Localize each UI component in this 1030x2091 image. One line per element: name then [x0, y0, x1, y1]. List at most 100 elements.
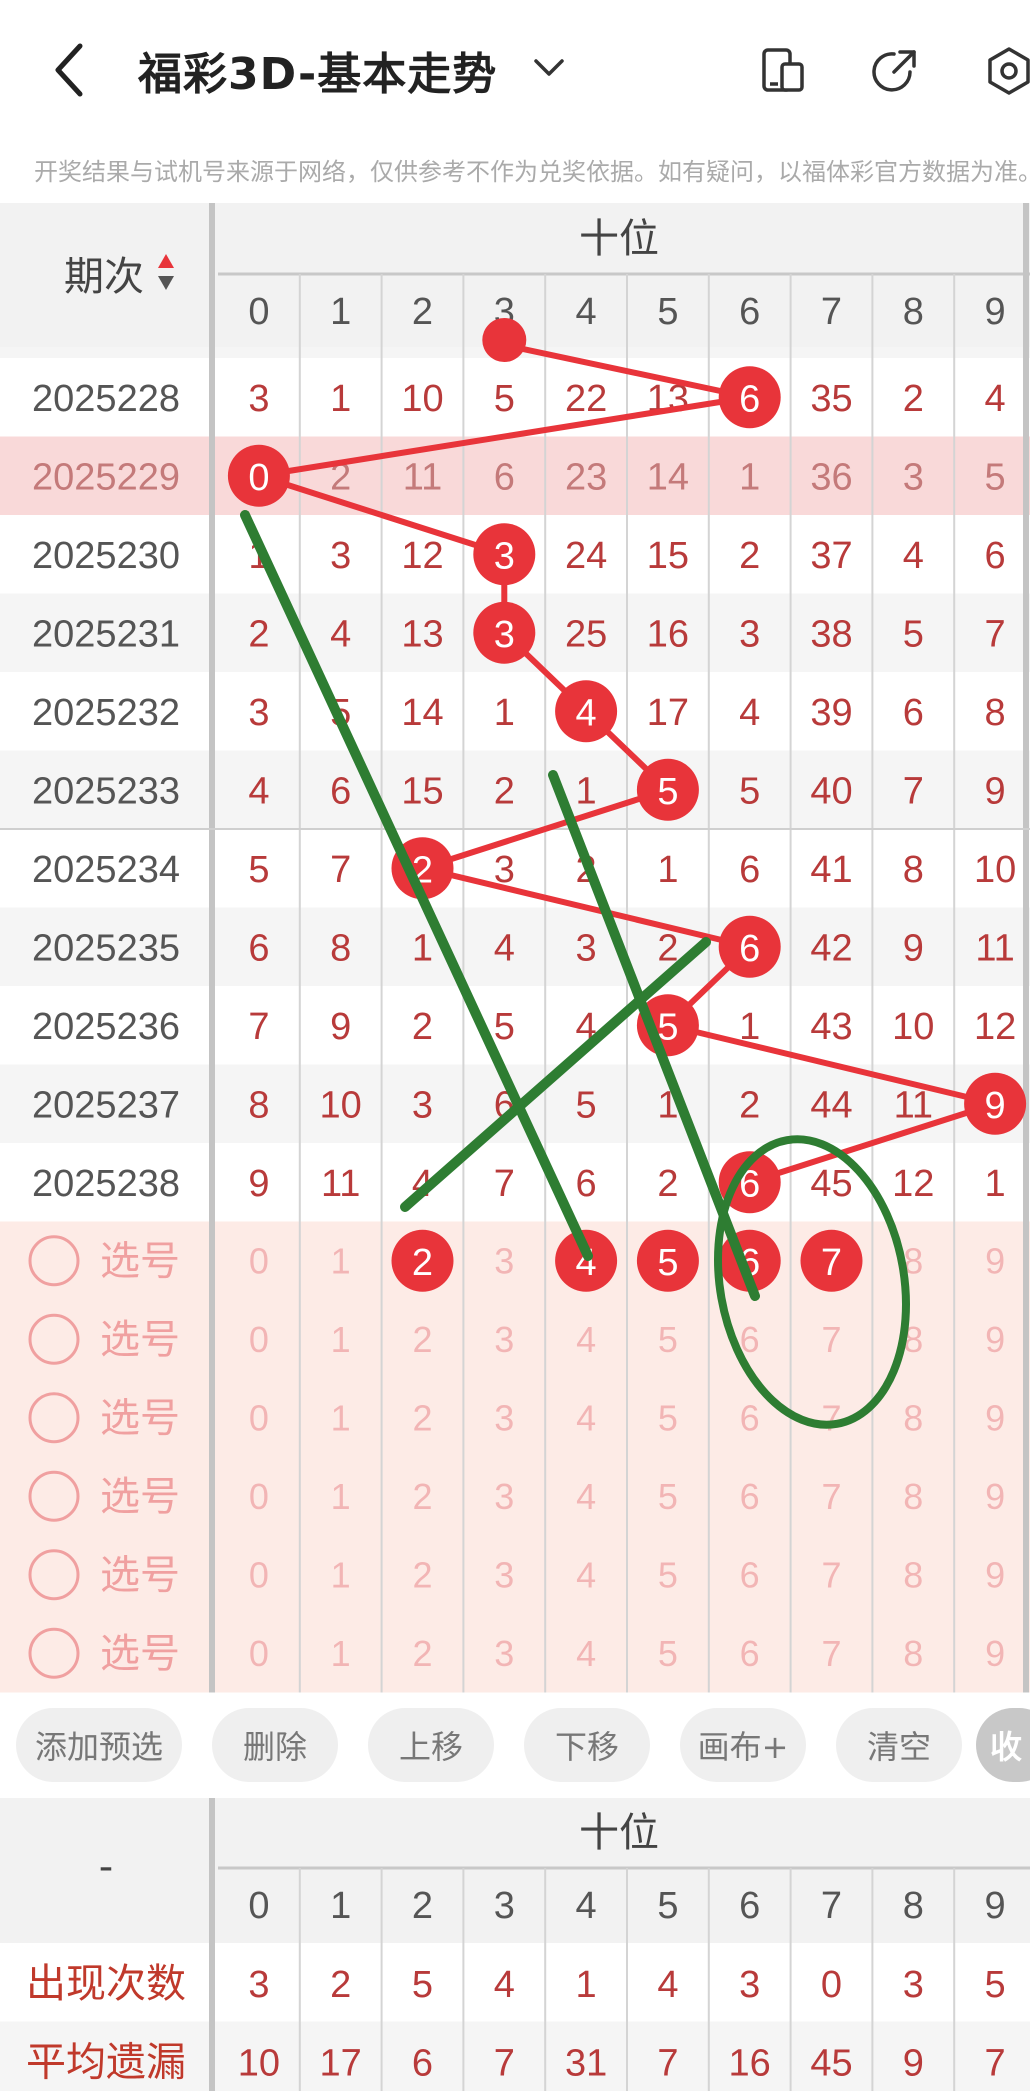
- select-number[interactable]: 9: [985, 1241, 1005, 1282]
- select-number[interactable]: 1: [331, 1555, 351, 1596]
- cell-value: 1: [330, 378, 351, 420]
- summary-column-header: 7: [821, 1885, 842, 1927]
- cell-value: 2: [494, 771, 515, 813]
- cell-value: 16: [647, 614, 689, 656]
- summary-column-header: 3: [494, 1885, 515, 1927]
- summary-value: 7: [985, 2043, 1006, 2085]
- select-number[interactable]: 6: [740, 1633, 760, 1674]
- chevron-down-icon[interactable]: [532, 55, 566, 79]
- summary-value: 0: [821, 1964, 842, 2006]
- select-label[interactable]: 选号: [100, 1631, 180, 1677]
- share-icon[interactable]: [870, 46, 920, 96]
- column-header: 2: [412, 291, 433, 333]
- period-cell: 2025230: [32, 535, 180, 577]
- select-number[interactable]: 9: [985, 1555, 1005, 1596]
- select-number[interactable]: 0: [249, 1555, 269, 1596]
- select-number[interactable]: 5: [658, 1398, 678, 1439]
- select-number[interactable]: 1: [331, 1633, 351, 1674]
- select-number[interactable]: 2: [412, 1555, 432, 1596]
- toolbar-button[interactable]: 清空: [836, 1708, 962, 1782]
- select-number[interactable]: 4: [576, 1633, 596, 1674]
- select-label[interactable]: 选号: [100, 1239, 180, 1285]
- back-arrow-icon[interactable]: [50, 40, 90, 100]
- select-number[interactable]: 1: [331, 1398, 351, 1439]
- cell-value: 12: [401, 535, 443, 577]
- period-header[interactable]: 期次: [64, 254, 144, 300]
- select-number[interactable]: 4: [576, 1319, 596, 1360]
- select-number[interactable]: 3: [494, 1241, 514, 1282]
- select-number[interactable]: 5: [658, 1476, 678, 1517]
- selected-ball-number[interactable]: 7: [821, 1242, 842, 1284]
- select-number[interactable]: 4: [576, 1555, 596, 1596]
- select-number[interactable]: 2: [412, 1319, 432, 1360]
- select-label[interactable]: 选号: [100, 1396, 180, 1442]
- select-number[interactable]: 7: [821, 1555, 841, 1596]
- device-icon[interactable]: [758, 46, 808, 96]
- select-number[interactable]: 8: [903, 1555, 923, 1596]
- select-number[interactable]: 6: [740, 1476, 760, 1517]
- select-number[interactable]: 1: [331, 1319, 351, 1360]
- select-number[interactable]: 0: [249, 1319, 269, 1360]
- selected-ball-number[interactable]: 2: [412, 1242, 433, 1284]
- select-number[interactable]: 8: [903, 1398, 923, 1439]
- select-number[interactable]: 9: [985, 1476, 1005, 1517]
- summary-value: 45: [810, 2043, 852, 2085]
- column-header: 6: [739, 291, 760, 333]
- summary-value: 3: [903, 1964, 924, 2006]
- select-number[interactable]: 2: [412, 1633, 432, 1674]
- select-number[interactable]: 7: [821, 1476, 841, 1517]
- select-number[interactable]: 3: [494, 1555, 514, 1596]
- cell-value: 1: [494, 692, 515, 734]
- select-number[interactable]: 8: [903, 1633, 923, 1674]
- select-number[interactable]: 9: [985, 1398, 1005, 1439]
- select-number[interactable]: 3: [494, 1319, 514, 1360]
- select-number[interactable]: 4: [576, 1476, 596, 1517]
- top-bar: 福彩3D-基本走势: [0, 0, 1030, 140]
- select-number[interactable]: 5: [658, 1319, 678, 1360]
- summary-value: 10: [238, 2043, 280, 2085]
- selected-ball-number[interactable]: 5: [657, 1242, 678, 1284]
- select-number[interactable]: 4: [576, 1398, 596, 1439]
- cell-value: 6: [330, 771, 351, 813]
- select-number[interactable]: 6: [740, 1555, 760, 1596]
- toolbar-button[interactable]: 添加预选: [16, 1708, 182, 1782]
- toolbar-button[interactable]: 上移: [368, 1708, 494, 1782]
- select-number[interactable]: 0: [249, 1398, 269, 1439]
- select-number[interactable]: 3: [494, 1476, 514, 1517]
- page-title[interactable]: 福彩3D-基本走势: [138, 38, 497, 102]
- select-number[interactable]: 8: [903, 1476, 923, 1517]
- toolbar-button[interactable]: 删除: [212, 1708, 338, 1782]
- toolbar-button[interactable]: 画布+: [680, 1708, 806, 1782]
- select-number[interactable]: 3: [494, 1633, 514, 1674]
- select-number[interactable]: 5: [658, 1633, 678, 1674]
- select-number[interactable]: 7: [821, 1319, 841, 1360]
- hit-ball-number: 6: [739, 928, 760, 970]
- select-number[interactable]: 3: [494, 1398, 514, 1439]
- cell-value: 5: [576, 1085, 597, 1127]
- collapse-button[interactable]: 收: [976, 1708, 1030, 1782]
- select-label[interactable]: 选号: [100, 1317, 180, 1363]
- select-number[interactable]: 7: [821, 1398, 841, 1439]
- cell-value: 4: [248, 771, 269, 813]
- period-cell: 2025228: [32, 378, 180, 420]
- settings-icon[interactable]: [984, 46, 1030, 96]
- select-label[interactable]: 选号: [100, 1553, 180, 1599]
- toolbar-button[interactable]: 下移: [524, 1708, 650, 1782]
- cell-value: 7: [248, 1006, 269, 1048]
- select-number[interactable]: 0: [249, 1633, 269, 1674]
- select-number[interactable]: 9: [985, 1319, 1005, 1360]
- summary-column-header: 9: [985, 1885, 1006, 1927]
- select-number[interactable]: 0: [249, 1241, 269, 1282]
- select-number[interactable]: 7: [821, 1633, 841, 1674]
- select-number[interactable]: 9: [985, 1633, 1005, 1674]
- select-number[interactable]: 5: [658, 1555, 678, 1596]
- select-number[interactable]: 2: [412, 1398, 432, 1439]
- select-number[interactable]: 2: [412, 1476, 432, 1517]
- select-label[interactable]: 选号: [100, 1474, 180, 1520]
- select-number[interactable]: 1: [331, 1241, 351, 1282]
- cell-value: 2: [739, 535, 760, 577]
- select-number[interactable]: 1: [331, 1476, 351, 1517]
- select-number[interactable]: 0: [249, 1476, 269, 1517]
- select-number[interactable]: 6: [740, 1398, 760, 1439]
- cell-value: 7: [903, 771, 924, 813]
